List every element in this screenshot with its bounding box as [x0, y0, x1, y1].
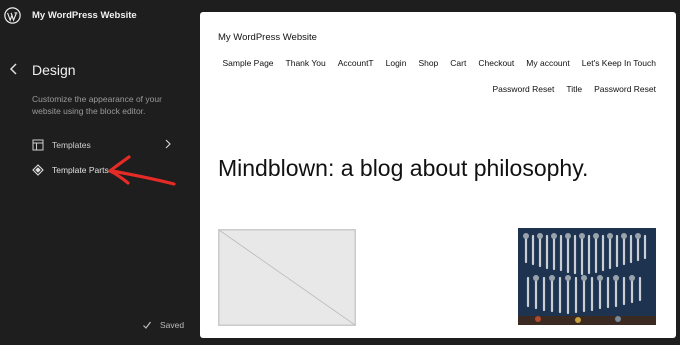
red-arrow-annotation-icon — [108, 155, 176, 186]
nav-link[interactable]: Shop — [418, 58, 438, 68]
save-status-label: Saved — [160, 320, 185, 330]
nav-link[interactable]: Title — [566, 84, 582, 94]
check-icon — [143, 321, 151, 329]
preview-site-title[interactable]: My WordPress Website — [218, 32, 317, 43]
back-chevron-icon[interactable] — [8, 62, 20, 76]
nav-link[interactable]: Checkout — [478, 58, 514, 68]
panel-title: Design — [32, 62, 76, 78]
nav-link[interactable]: Let's Keep In Touch — [582, 58, 656, 68]
tools-photo-image[interactable] — [518, 228, 656, 325]
site-preview-canvas[interactable]: My WordPress Website Sample Page Thank Y… — [200, 12, 676, 338]
nav-link[interactable]: Login — [386, 58, 407, 68]
chevron-right-icon — [165, 139, 171, 149]
symbol-icon — [32, 164, 44, 176]
nav-link[interactable]: Cart — [450, 58, 466, 68]
nav-link[interactable]: Sample Page — [222, 58, 273, 68]
image-placeholder[interactable] — [218, 229, 356, 326]
panel-description: Customize the appearance of your website… — [32, 94, 162, 116]
nav-link[interactable]: Thank You — [286, 58, 326, 68]
nav-link[interactable]: My account — [526, 58, 569, 68]
save-status: Saved — [142, 320, 184, 330]
layout-icon — [32, 139, 44, 151]
nav-link[interactable]: Password Reset — [594, 84, 656, 94]
site-title: My WordPress Website — [32, 10, 137, 21]
preview-navigation-row-2: Password Reset Title Password Reset — [480, 84, 656, 94]
wordpress-logo-icon[interactable] — [4, 7, 21, 24]
nav-link[interactable]: AccountT — [338, 58, 374, 68]
page-headline[interactable]: Mindblown: a blog about philosophy. — [218, 155, 588, 182]
sidebar-item-templates[interactable]: Templates — [32, 137, 172, 153]
nav-link[interactable]: Password Reset — [492, 84, 554, 94]
preview-navigation-row-1: Sample Page Thank You AccountT Login Sho… — [210, 58, 656, 68]
sidebar-item-label: Templates — [52, 140, 91, 150]
